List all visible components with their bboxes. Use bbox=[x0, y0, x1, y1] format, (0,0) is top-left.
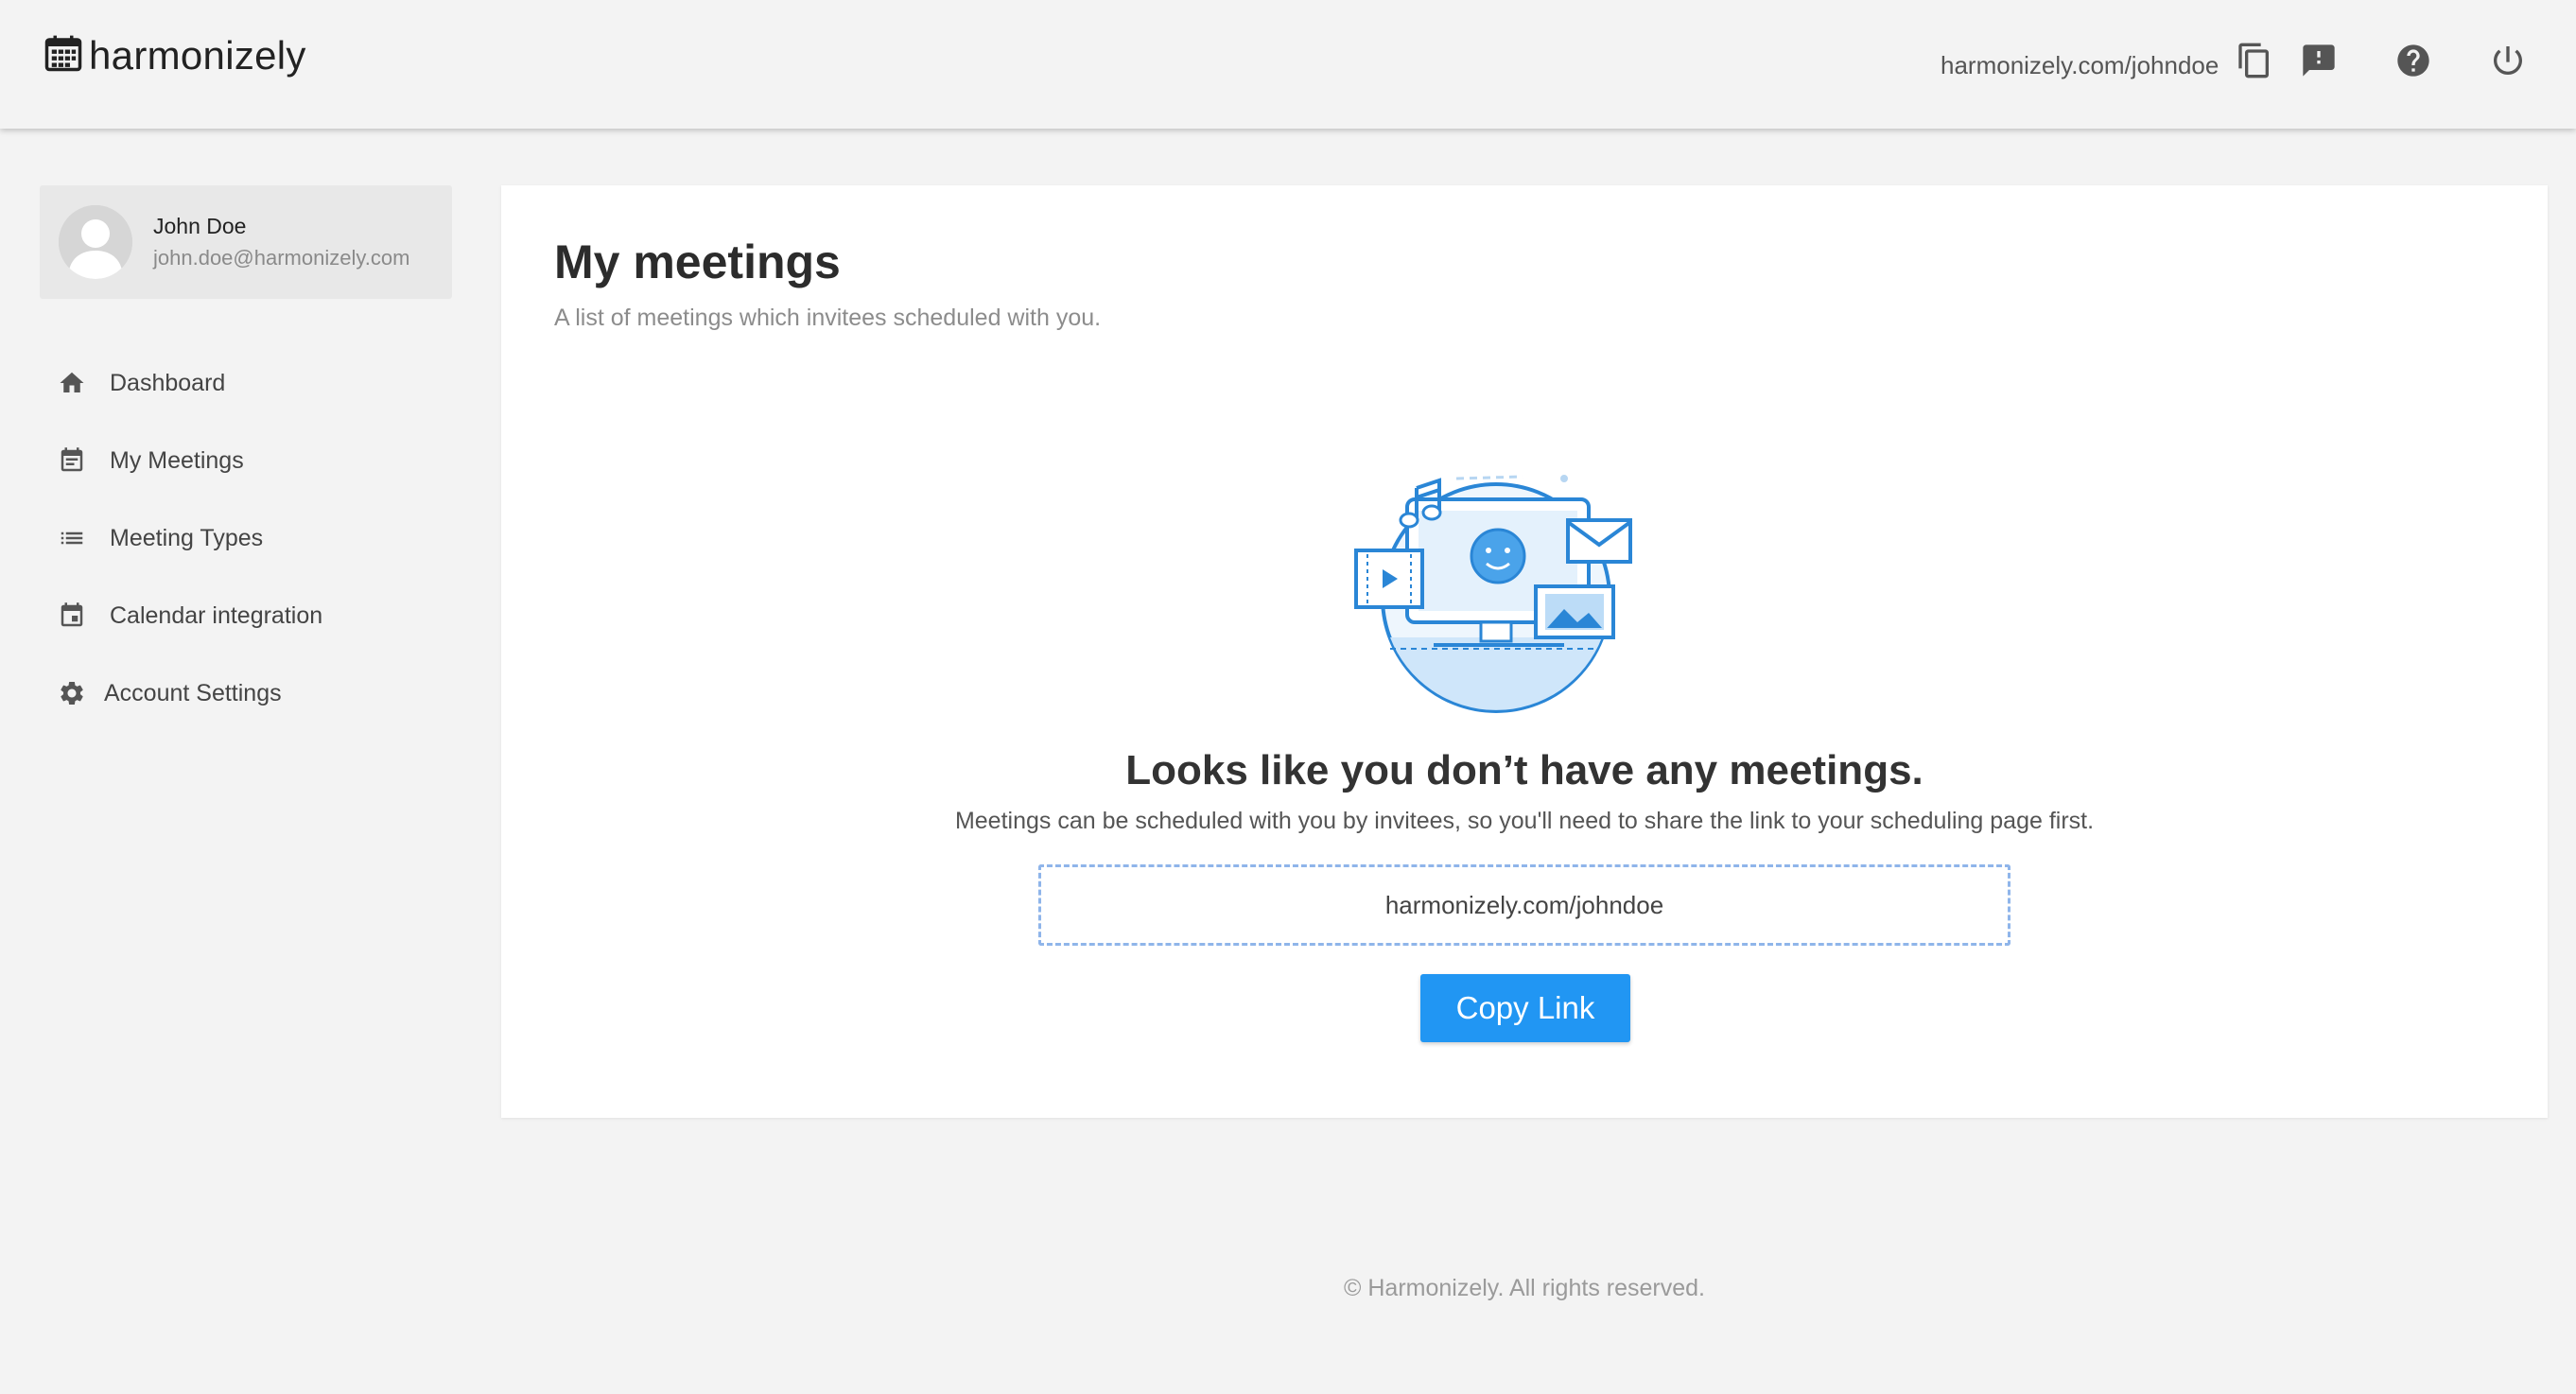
brand-name: harmonizely bbox=[89, 32, 306, 78]
sidebar-item-label: Account Settings bbox=[104, 679, 282, 706]
sidebar-nav: Dashboard My Meetings Meeting Types Cale… bbox=[40, 344, 452, 732]
profile-name: John Doe bbox=[153, 214, 247, 238]
list-icon bbox=[57, 523, 87, 553]
sidebar-item-account-settings[interactable]: Account Settings bbox=[40, 654, 452, 732]
page-subtitle: A list of meetings which invitees schedu… bbox=[554, 305, 1102, 331]
sidebar-item-my-meetings[interactable]: My Meetings bbox=[40, 422, 452, 499]
home-icon bbox=[57, 368, 87, 398]
help-icon[interactable] bbox=[2393, 40, 2434, 81]
profile-email: john.doe@harmonizely.com bbox=[153, 246, 410, 270]
avatar bbox=[59, 205, 132, 279]
copy-icon[interactable] bbox=[2234, 40, 2275, 81]
sidebar-item-meeting-types[interactable]: Meeting Types bbox=[40, 499, 452, 577]
brand-logo[interactable]: harmonizely bbox=[44, 32, 306, 78]
copy-link-button[interactable]: Copy Link bbox=[1420, 974, 1630, 1042]
sidebar-item-label: Dashboard bbox=[110, 369, 226, 396]
sidebar-item-label: Calendar integration bbox=[110, 601, 323, 629]
calendar-icon bbox=[57, 601, 87, 631]
footer-copyright: © Harmonizely. All rights reserved. bbox=[1344, 1275, 1705, 1301]
scheduling-link[interactable]: harmonizely.com/johndoe bbox=[1941, 51, 2219, 80]
calendar-logo-icon bbox=[44, 32, 83, 78]
power-icon[interactable] bbox=[2487, 40, 2529, 81]
calendar-list-icon bbox=[57, 445, 87, 476]
gear-icon bbox=[57, 678, 87, 708]
empty-state-title: Looks like you don’t have any meetings. bbox=[1125, 747, 1923, 793]
sidebar-item-dashboard[interactable]: Dashboard bbox=[40, 344, 452, 422]
main-content-card: My meetings A list of meetings which inv… bbox=[501, 185, 2548, 1118]
scheduling-link-box[interactable]: harmonizely.com/johndoe bbox=[1038, 864, 2010, 946]
sidebar-item-calendar-integration[interactable]: Calendar integration bbox=[40, 577, 452, 654]
top-bar: harmonizely harmonizely.com/johndoe bbox=[0, 0, 2576, 129]
feedback-icon[interactable] bbox=[2298, 40, 2340, 81]
user-profile-card[interactable]: John Doe john.doe@harmonizely.com bbox=[40, 185, 452, 299]
sidebar-item-label: My Meetings bbox=[110, 446, 244, 474]
empty-state-description: Meetings can be scheduled with you by in… bbox=[954, 808, 2095, 834]
empty-state-illustration bbox=[1314, 439, 1676, 751]
sidebar-item-label: Meeting Types bbox=[110, 524, 264, 551]
page-title: My meetings bbox=[554, 235, 841, 288]
